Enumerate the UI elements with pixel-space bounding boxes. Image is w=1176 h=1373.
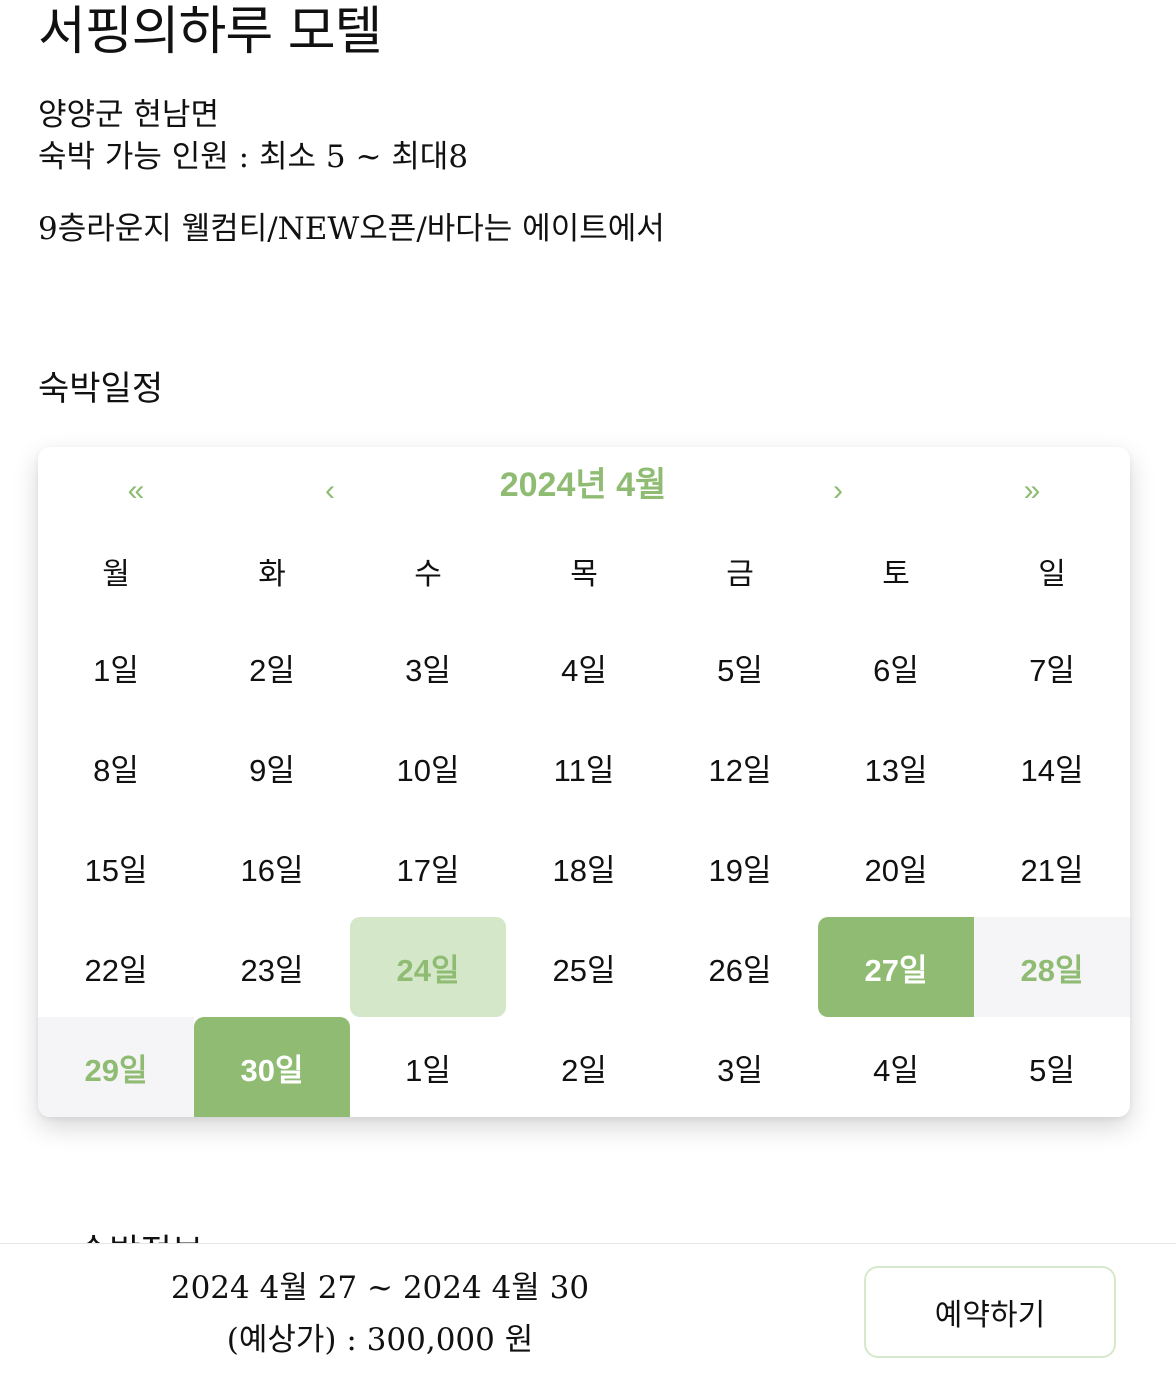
calendar-day[interactable]: 27일 <box>818 917 974 1017</box>
booking-summary: 2024 4월 27 ~ 2024 4월 30 (예상가) : 300,000 … <box>0 1262 760 1366</box>
calendar-day[interactable]: 1일 <box>350 1017 506 1117</box>
calendar-days-grid: 1일 2일 3일 4일 5일 6일 7일 8일 9일 10일 11일 12일 13일 14일 15일 16일 1… <box>38 617 1130 1117</box>
prev-year-button[interactable]: « <box>96 449 176 533</box>
schedule-heading: 숙박일정 <box>38 369 164 409</box>
reserve-button[interactable]: 예약하기 <box>864 1266 1116 1358</box>
weekday-label: 금 <box>726 558 754 591</box>
calendar-day[interactable]: 28일 <box>974 917 1130 1017</box>
calendar-day[interactable]: 2일 <box>194 617 350 717</box>
listing-title: 서핑의하루 모텔 <box>38 2 382 62</box>
calendar-day[interactable]: 25일 <box>506 917 662 1017</box>
calendar-day[interactable]: 13일 <box>818 717 974 817</box>
calendar-day[interactable]: 3일 <box>662 1017 818 1117</box>
calendar-day[interactable]: 1일 <box>38 617 194 717</box>
booking-price: (예상가) : 300,000 원 <box>226 1322 534 1358</box>
calendar-day[interactable]: 4일 <box>506 617 662 717</box>
weekday-header: 월 화 수 목 금 토 일 <box>38 531 1130 619</box>
booking-date-range: 2024 4월 27 ~ 2024 4월 30 <box>170 1270 590 1306</box>
calendar-day[interactable]: 5일 <box>974 1017 1130 1117</box>
weekday-label: 토 <box>882 558 910 591</box>
calendar-day[interactable]: 3일 <box>350 617 506 717</box>
month-label[interactable]: 2024년 4월 <box>388 447 778 527</box>
booking-bar: 2024 4월 27 ~ 2024 4월 30 (예상가) : 300,000 … <box>0 1243 1176 1373</box>
calendar-day[interactable]: 23일 <box>194 917 350 1017</box>
calendar-day[interactable]: 4일 <box>818 1017 974 1117</box>
calendar-day[interactable]: 15일 <box>38 817 194 917</box>
listing-location: 양양군 현남면 <box>38 97 219 133</box>
calendar-day[interactable]: 11일 <box>506 717 662 817</box>
calendar-day[interactable]: 20일 <box>818 817 974 917</box>
next-month-button[interactable]: › <box>798 449 878 533</box>
calendar-day[interactable]: 21일 <box>974 817 1130 917</box>
calendar-day[interactable]: 17일 <box>350 817 506 917</box>
calendar-day[interactable]: 7일 <box>974 617 1130 717</box>
calendar-day[interactable]: 22일 <box>38 917 194 1017</box>
calendar-day[interactable]: 5일 <box>662 617 818 717</box>
weekday-label: 목 <box>570 558 598 591</box>
calendar-day[interactable]: 9일 <box>194 717 350 817</box>
calendar-day[interactable]: 26일 <box>662 917 818 1017</box>
listing-capacity: 숙박 가능 인원 : 최소 5 ~ 최대8 <box>38 139 469 175</box>
calendar-day[interactable]: 16일 <box>194 817 350 917</box>
calendar-day[interactable]: 24일 <box>350 917 506 1017</box>
weekday-label: 일 <box>1038 558 1066 591</box>
weekday-label: 수 <box>414 558 442 591</box>
listing-info: 양양군 현남면 숙박 가능 인원 : 최소 5 ~ 최대8 <box>38 94 468 178</box>
calendar-navigation: « ‹ 2024년 4월 › » <box>38 447 1130 531</box>
prev-month-button[interactable]: ‹ <box>290 449 370 533</box>
listing-tagline: 9층라운지 웰컴티/NEW오픈/바다는 에이트에서 <box>38 211 665 247</box>
calendar-day[interactable]: 29일 <box>38 1017 194 1117</box>
next-year-button[interactable]: » <box>992 449 1072 533</box>
weekday-label: 월 <box>102 558 130 591</box>
stay-info-heading-clipped: 숙박정보 <box>78 1224 278 1244</box>
calendar-day[interactable]: 2일 <box>506 1017 662 1117</box>
calendar-day[interactable]: 18일 <box>506 817 662 917</box>
calendar-day[interactable]: 8일 <box>38 717 194 817</box>
weekday-label: 화 <box>258 558 286 591</box>
calendar-day[interactable]: 10일 <box>350 717 506 817</box>
calendar-day[interactable]: 30일 <box>194 1017 350 1117</box>
calendar-day[interactable]: 6일 <box>818 617 974 717</box>
calendar-day[interactable]: 12일 <box>662 717 818 817</box>
calendar-day[interactable]: 19일 <box>662 817 818 917</box>
calendar: « ‹ 2024년 4월 › » 월 화 수 목 금 토 일 1일 2일 3일 4일 5… <box>38 447 1130 1117</box>
calendar-day[interactable]: 14일 <box>974 717 1130 817</box>
